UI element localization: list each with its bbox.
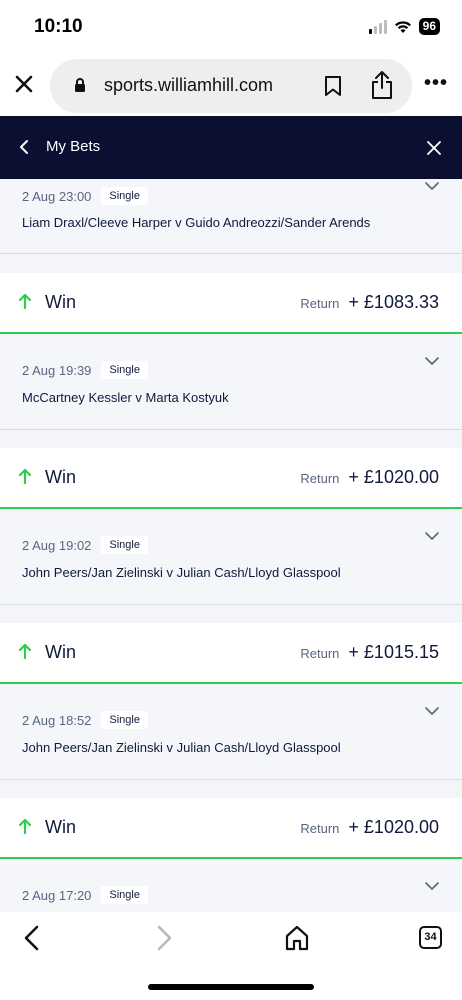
return-group: Return + £1083.33 — [300, 292, 439, 313]
bet-card[interactable]: 2 Aug 19:02 Single John Peers/Jan Zielin… — [0, 509, 462, 605]
bet-card[interactable]: 2 Aug 23:00 Single Liam Draxl/Cleeve Har… — [0, 179, 462, 254]
return-label: Return — [300, 821, 340, 836]
tabs-icon[interactable]: 34 — [419, 926, 442, 949]
home-indicator — [148, 984, 314, 990]
win-row[interactable]: Win Return + £1020.00 — [0, 798, 462, 859]
close-icon[interactable] — [10, 70, 38, 98]
bet-type-badge: Single — [101, 536, 148, 554]
bet-date: 2 Aug 17:20 — [22, 887, 92, 903]
bet-date: 2 Aug 19:02 — [22, 537, 92, 553]
chevron-left-icon[interactable] — [18, 139, 30, 155]
battery-level: 96 — [418, 18, 440, 35]
arrow-up-icon — [18, 643, 32, 660]
return-amount: + £1020.00 — [348, 467, 439, 487]
chevron-down-icon[interactable] — [424, 181, 440, 191]
win-row[interactable]: Win Return + £1083.33 — [0, 273, 462, 334]
bet-type-badge: Single — [101, 711, 148, 729]
return-group: Return + £1020.00 — [300, 467, 439, 488]
return-group: Return + £1015.15 — [300, 642, 439, 663]
bet-type-badge: Single — [101, 886, 148, 904]
close-icon[interactable] — [426, 140, 442, 156]
bet-meta: 2 Aug 19:02 Single — [22, 536, 148, 554]
address-bar[interactable]: sports.williamhill.com — [50, 59, 412, 113]
return-amount: + £1020.00 — [348, 817, 439, 837]
arrow-up-icon — [18, 818, 32, 835]
chevron-down-icon[interactable] — [424, 881, 440, 891]
return-label: Return — [300, 646, 340, 661]
win-row[interactable]: Win Return + £1020.00 — [0, 448, 462, 509]
return-amount: + £1083.33 — [348, 292, 439, 312]
forward-icon[interactable] — [154, 924, 174, 952]
win-label: Win — [45, 642, 76, 662]
win-label: Win — [45, 467, 76, 487]
bet-card[interactable]: 2 Aug 18:52 Single John Peers/Jan Zielin… — [0, 684, 462, 780]
share-icon[interactable] — [370, 70, 394, 100]
bet-date: 2 Aug 23:00 — [22, 188, 92, 204]
return-amount: + £1015.15 — [348, 642, 439, 662]
wifi-icon — [394, 20, 411, 33]
status-time: 10:10 — [34, 16, 83, 37]
chevron-down-icon[interactable] — [424, 531, 440, 541]
arrow-up-icon — [18, 293, 32, 310]
page-title: My Bets — [46, 138, 101, 155]
bet-meta: 2 Aug 19:39 Single — [22, 361, 148, 379]
home-icon[interactable] — [284, 924, 310, 952]
status-icons: 96 — [368, 18, 440, 35]
bet-match: John Peers/Jan Zielinski v Julian Cash/L… — [22, 740, 341, 755]
return-group: Return + £1020.00 — [300, 817, 439, 838]
bet-meta: 2 Aug 17:20 Single — [22, 886, 148, 904]
win-label: Win — [45, 817, 76, 837]
return-label: Return — [300, 296, 340, 311]
bet-type-badge: Single — [101, 361, 148, 379]
win-row[interactable]: Win Return + £1015.15 — [0, 623, 462, 684]
browser-toolbar: 34 — [0, 912, 462, 1000]
arrow-up-icon — [18, 468, 32, 485]
bet-meta: 2 Aug 23:00 Single — [22, 187, 148, 205]
bet-type-badge: Single — [101, 187, 148, 205]
bet-card[interactable]: 2 Aug 19:39 Single McCartney Kessler v M… — [0, 334, 462, 430]
bets-list: 2 Aug 23:00 Single Liam Draxl/Cleeve Har… — [0, 179, 462, 912]
bet-match: Liam Draxl/Cleeve Harper v Guido Andreoz… — [22, 215, 371, 230]
win-label: Win — [45, 292, 76, 312]
chevron-down-icon[interactable] — [424, 356, 440, 366]
signal-icon — [368, 19, 387, 34]
bet-date: 2 Aug 18:52 — [22, 712, 92, 728]
url-text: sports.williamhill.com — [104, 75, 274, 95]
chevron-down-icon[interactable] — [424, 706, 440, 716]
back-icon[interactable] — [22, 924, 42, 952]
browser-bar: sports.williamhill.com ••• — [0, 56, 462, 116]
bet-card[interactable]: 2 Aug 17:20 Single — [0, 859, 462, 912]
bookmark-icon[interactable] — [324, 75, 342, 97]
return-label: Return — [300, 471, 340, 486]
bet-match: John Peers/Jan Zielinski v Julian Cash/L… — [22, 565, 341, 580]
bet-date: 2 Aug 19:39 — [22, 362, 92, 378]
lock-icon — [75, 78, 85, 92]
more-icon[interactable]: ••• — [424, 72, 448, 95]
bet-match: McCartney Kessler v Marta Kostyuk — [22, 390, 229, 405]
my-bets-header: My Bets — [0, 116, 462, 179]
status-bar: 10:10 96 — [0, 0, 462, 56]
bet-meta: 2 Aug 18:52 Single — [22, 711, 148, 729]
